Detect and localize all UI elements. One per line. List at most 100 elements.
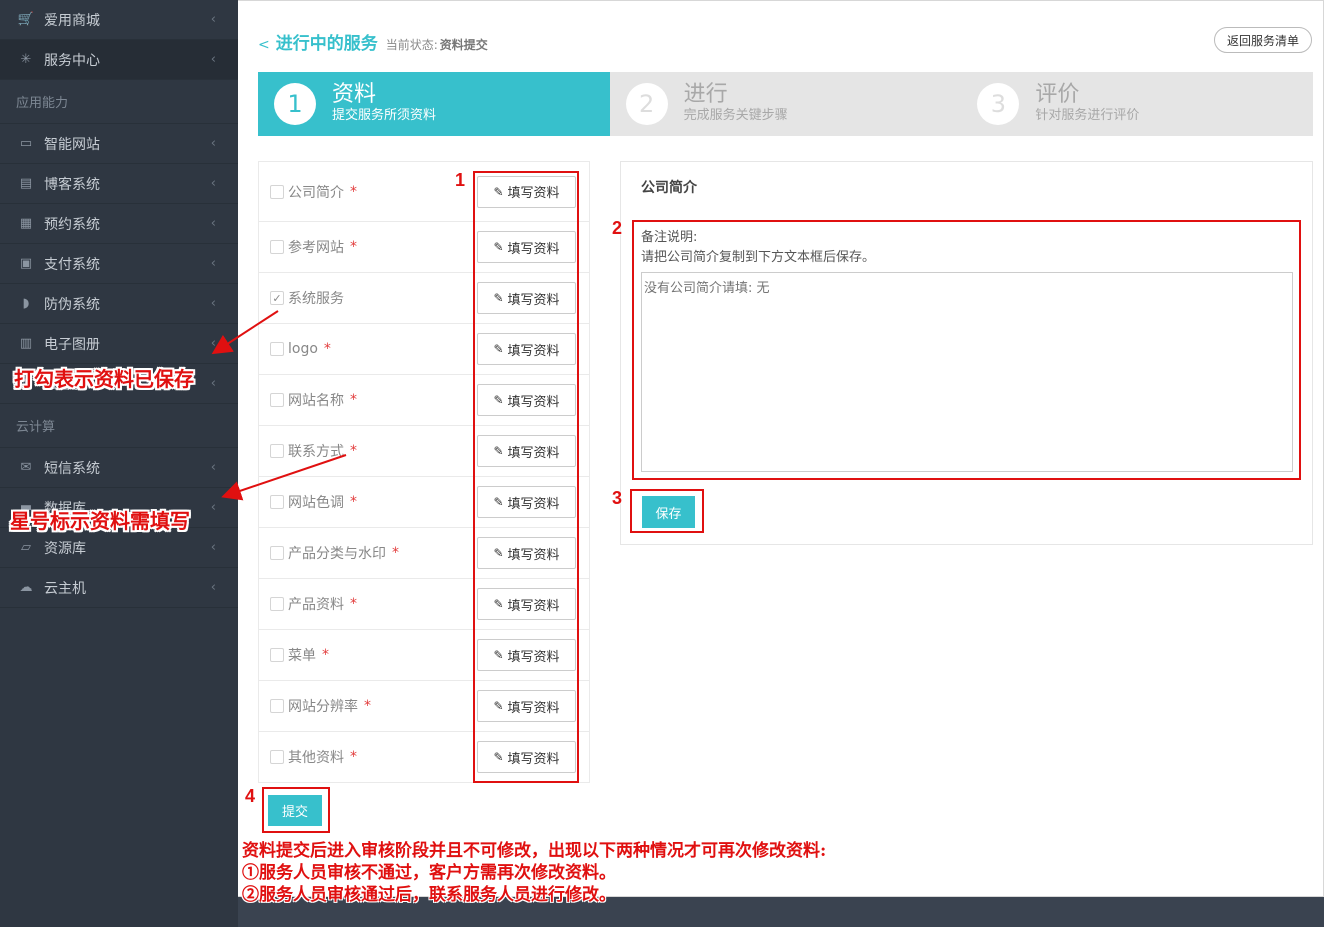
submit-button[interactable]: 提交 <box>268 795 322 826</box>
sidebar-group-title: 应用能力 <box>0 80 238 124</box>
shield-icon: ◗ <box>22 296 30 311</box>
required-star: * <box>350 239 357 255</box>
fill-material-button[interactable]: ✎ 填写资料 <box>477 639 576 671</box>
material-row: 网站分辨率 * ✎ 填写资料 <box>259 681 589 732</box>
step-review: 3 评价 针对服务进行评价 <box>961 72 1314 136</box>
note-line: ①服务人员审核不通过，客户方需再次修改资料。 <box>242 863 616 883</box>
material-checkbox[interactable] <box>270 495 284 509</box>
sidebar-item-apps-2[interactable]: ▦ 预约系统 ‹ <box>0 204 238 244</box>
chevron-left-icon: ‹ <box>210 580 216 595</box>
material-checkbox[interactable] <box>270 546 284 560</box>
pencil-icon: ✎ <box>493 699 504 713</box>
material-checkbox[interactable] <box>270 342 284 356</box>
spinner-icon: ✳ <box>20 52 32 67</box>
required-star: * <box>323 341 331 357</box>
pencil-icon: ✎ <box>493 750 504 764</box>
share-icon: < <box>258 37 270 53</box>
step-title: 评价 <box>1035 82 1080 107</box>
company-intro-textarea[interactable] <box>641 272 1293 472</box>
required-star: * <box>392 545 399 561</box>
fill-material-button[interactable]: ✎ 填写资料 <box>477 384 576 416</box>
chevron-left-icon: ‹ <box>210 296 216 311</box>
fill-button-label: 填写资料 <box>507 241 560 257</box>
chevron-left-icon: ‹ <box>210 540 216 555</box>
material-row: 网站名称 * ✎ 填写资料 <box>259 375 589 426</box>
sidebar-item-label: 资源库 <box>44 540 86 557</box>
sidebar-item-apps-0[interactable]: ▭ 智能网站 ‹ <box>0 124 238 164</box>
pencil-icon: ✎ <box>493 184 504 199</box>
material-label: 参考网站 <box>288 240 344 256</box>
step-subtitle: 针对服务进行评价 <box>1035 108 1140 123</box>
fill-material-button[interactable]: ✎ 填写资料 <box>477 282 576 314</box>
material-label: 网站色调 <box>288 495 344 511</box>
sidebar-group-title: 云计算 <box>0 404 238 448</box>
material-checkbox[interactable] <box>270 648 284 662</box>
step-materials: 1 资料 提交服务所须资料 <box>258 72 610 136</box>
fill-material-button[interactable]: ✎ 填写资料 <box>477 333 576 365</box>
material-row: 公司简介 * ✎ 填写资料 <box>259 162 589 222</box>
step-progress: 2 进行 完成服务关键步骤 <box>609 72 962 136</box>
sidebar-item-apps-5[interactable]: ▥ 电子图册 ‹ <box>0 324 238 364</box>
fill-button-label: 填写资料 <box>507 649 560 665</box>
sidebar-item-shop[interactable]: 🛒 爱用商城 ‹ <box>0 0 238 40</box>
material-checkbox[interactable] <box>270 699 284 713</box>
fill-button-label: 填写资料 <box>507 751 560 767</box>
pencil-icon: ✎ <box>493 342 504 356</box>
pencil-icon: ✎ <box>493 240 504 254</box>
materials-list: 公司简介 * ✎ 填写资料 参考网站 * ✎ 填写资料 ✓ 系统服务 ✎ 填写资料 logo * ✎ 填写资料… <box>258 161 590 783</box>
fill-button-label: 填写资料 <box>507 186 560 201</box>
wallet-icon: ▣ <box>19 256 33 271</box>
chevron-left-icon: ‹ <box>210 376 216 391</box>
fill-material-button[interactable]: ✎ 填写资料 <box>477 588 576 620</box>
submission-note: 资料提交后进入审核阶段并且不可修改，出现以下两种情况才可再次修改资料: ①服务人… <box>242 840 826 906</box>
fill-material-button[interactable]: ✎ 填写资料 <box>477 435 576 467</box>
material-row: 菜单 * ✎ 填写资料 <box>259 630 589 681</box>
material-checkbox[interactable] <box>270 240 284 254</box>
sidebar-item-label: 电子图册 <box>44 336 100 353</box>
panel-title: 公司简介 <box>641 180 697 196</box>
back-to-service-list-button[interactable]: 返回服务清单 <box>1214 27 1312 53</box>
required-star: * <box>350 749 357 765</box>
annotation-number-4: 4 <box>245 786 256 806</box>
material-checkbox[interactable]: ✓ <box>270 291 284 305</box>
material-label: 产品资料 <box>288 597 344 613</box>
sidebar-item-label: 预约系统 <box>44 216 100 233</box>
sidebar-item-service-center[interactable]: ✳ 服务中心 ‹ <box>0 40 238 80</box>
fill-material-button[interactable]: ✎ 填写资料 <box>477 537 576 569</box>
material-row: 其他资料 * ✎ 填写资料 <box>259 732 589 783</box>
material-checkbox[interactable] <box>270 750 284 764</box>
sidebar-item-apps-1[interactable]: ▤ 博客系统 ‹ <box>0 164 238 204</box>
material-checkbox[interactable] <box>270 597 284 611</box>
fill-material-button[interactable]: ✎ 填写资料 <box>477 231 576 263</box>
fill-button-label: 填写资料 <box>507 445 560 461</box>
save-button[interactable]: 保存 <box>642 496 695 528</box>
chevron-left-icon: ‹ <box>210 256 216 271</box>
material-checkbox[interactable] <box>270 184 284 199</box>
fill-material-button[interactable]: ✎ 填写资料 <box>477 690 576 722</box>
document-icon: ▤ <box>19 176 33 191</box>
main-content: < 进行中的服务 当前状态: 资料提交 返回服务清单 1 资料 提交服务所须资料… <box>238 0 1324 897</box>
material-checkbox[interactable] <box>270 393 284 407</box>
material-checkbox[interactable] <box>270 444 284 458</box>
fill-material-button[interactable]: ✎ 填写资料 <box>477 741 576 773</box>
pencil-icon: ✎ <box>493 495 504 509</box>
laptop-icon: ▭ <box>19 136 33 151</box>
sidebar-item-cloud-0[interactable]: ✉ 短信系统 ‹ <box>0 448 238 488</box>
fill-material-button[interactable]: ✎ 填写资料 <box>477 486 576 518</box>
material-label: 公司简介 <box>288 184 344 201</box>
sidebar-item-label: 支付系统 <box>44 256 100 273</box>
sidebar-item-cloud-3[interactable]: ☁ 云主机 ‹ <box>0 568 238 608</box>
pencil-icon: ✎ <box>493 444 504 458</box>
required-star: * <box>364 698 371 714</box>
sidebar-item-apps-4[interactable]: ◗ 防伪系统 ‹ <box>0 284 238 324</box>
sidebar-item-cloud-2[interactable]: ▱ 资源库 ‹ <box>0 528 238 568</box>
chevron-left-icon: ‹ <box>210 52 216 67</box>
chevron-left-icon: ‹ <box>210 336 216 351</box>
material-label: 产品分类与水印 <box>288 546 386 562</box>
sidebar-item-apps-3[interactable]: ▣ 支付系统 ‹ <box>0 244 238 284</box>
sidebar-item-label: 服务中心 <box>44 52 100 69</box>
step-title: 资料 <box>332 82 377 107</box>
material-label: 系统服务 <box>288 291 344 307</box>
step-subtitle: 提交服务所须资料 <box>332 108 437 123</box>
fill-material-button[interactable]: ✎ 填写资料 <box>477 175 576 208</box>
